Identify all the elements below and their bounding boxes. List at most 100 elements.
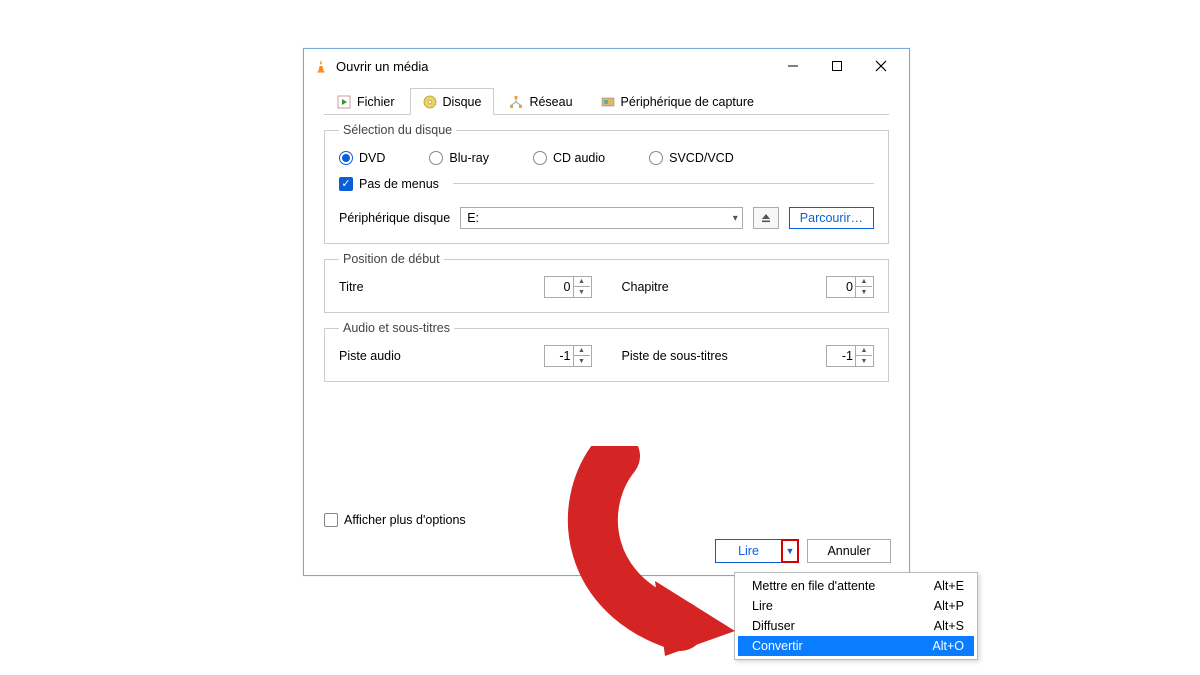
no-menus-checkbox[interactable]: ✓ Pas de menus — [339, 177, 439, 191]
title-value[interactable] — [545, 279, 573, 295]
window-title: Ouvrir un média — [336, 59, 428, 74]
tab-disc[interactable]: Disque — [410, 88, 495, 115]
disc-panel: Sélection du disque DVD Blu-ray CD audio… — [324, 123, 889, 382]
spin-down-icon: ▼ — [574, 287, 590, 297]
disc-icon — [423, 95, 437, 109]
play-split-button: Lire ▼ — [715, 539, 799, 563]
maximize-button[interactable] — [815, 51, 859, 81]
radio-indicator-icon — [339, 151, 353, 165]
close-button[interactable] — [859, 51, 903, 81]
menu-label: Mettre en file d'attente — [752, 579, 875, 593]
more-options-row[interactable]: Afficher plus d'options — [324, 513, 466, 527]
chapter-value[interactable] — [827, 279, 855, 295]
radio-bluray[interactable]: Blu-ray — [429, 151, 489, 165]
tab-file[interactable]: Fichier — [324, 88, 408, 115]
chevron-down-icon: ▾ — [733, 213, 738, 224]
menu-shortcut: Alt+O — [932, 639, 964, 653]
radio-indicator-icon — [533, 151, 547, 165]
subs-label: Piste de sous-titres — [622, 349, 817, 363]
network-icon — [509, 95, 523, 109]
open-media-dialog: Ouvrir un média Fichier Disque — [303, 48, 910, 576]
file-play-icon — [337, 95, 351, 109]
device-combobox[interactable]: E: ▾ — [460, 207, 743, 229]
device-label: Périphérique disque — [339, 211, 450, 225]
cancel-button[interactable]: Annuler — [807, 539, 891, 563]
radio-cdaudio[interactable]: CD audio — [533, 151, 605, 165]
play-dropdown-button[interactable]: ▼ — [781, 539, 799, 563]
audio-track-row: Piste audio ▲▼ — [339, 345, 592, 367]
audio-value[interactable] — [545, 348, 573, 364]
checkbox-icon: ✓ — [339, 177, 353, 191]
spin-buttons[interactable]: ▲▼ — [573, 277, 590, 297]
subtitle-track-row: Piste de sous-titres ▲▼ — [622, 345, 875, 367]
window-buttons — [771, 51, 903, 81]
menu-label: Lire — [752, 599, 773, 613]
menu-shortcut: Alt+P — [934, 599, 964, 613]
chapter-label: Chapitre — [622, 280, 817, 294]
separator — [453, 183, 874, 184]
disc-selection-group: Sélection du disque DVD Blu-ray CD audio… — [324, 123, 889, 244]
tab-label: Périphérique de capture — [621, 95, 754, 109]
menu-item-play[interactable]: Lire Alt+P — [738, 596, 974, 616]
radio-label: Blu-ray — [449, 151, 489, 165]
menu-label: Diffuser — [752, 619, 795, 633]
action-buttons: Lire ▼ Annuler — [715, 539, 891, 563]
menu-item-convert[interactable]: Convertir Alt+O — [738, 636, 974, 656]
browse-label: Parcourir… — [800, 211, 863, 225]
title-label: Titre — [339, 280, 534, 294]
radio-indicator-icon — [649, 151, 663, 165]
menu-item-stream[interactable]: Diffuser Alt+S — [738, 616, 974, 636]
titlebar: Ouvrir un média — [304, 49, 909, 83]
group-legend: Audio et sous-titres — [339, 321, 454, 335]
radio-svcd[interactable]: SVCD/VCD — [649, 151, 734, 165]
checkbox-label: Pas de menus — [359, 177, 439, 191]
title-spinbox[interactable]: ▲▼ — [544, 276, 592, 298]
tab-network[interactable]: Réseau — [496, 88, 585, 115]
tab-label: Fichier — [357, 95, 395, 109]
group-legend: Sélection du disque — [339, 123, 456, 137]
radio-label: DVD — [359, 151, 385, 165]
device-value: E: — [467, 211, 479, 225]
spin-up-icon: ▲ — [856, 346, 872, 356]
more-options-label: Afficher plus d'options — [344, 513, 466, 527]
disc-type-radios: DVD Blu-ray CD audio SVCD/VCD — [339, 151, 874, 165]
group-legend: Position de début — [339, 252, 444, 266]
browse-button[interactable]: Parcourir… — [789, 207, 874, 229]
chevron-down-icon: ▼ — [786, 546, 795, 556]
chapter-row: Chapitre ▲▼ — [622, 276, 875, 298]
radio-label: CD audio — [553, 151, 605, 165]
chapter-spinbox[interactable]: ▲▼ — [826, 276, 874, 298]
radio-label: SVCD/VCD — [669, 151, 734, 165]
menu-shortcut: Alt+S — [934, 619, 964, 633]
audio-label: Piste audio — [339, 349, 534, 363]
no-menus-row: ✓ Pas de menus — [339, 175, 874, 191]
tab-label: Disque — [443, 95, 482, 109]
audio-subtitles-group: Audio et sous-titres Piste audio ▲▼ Pist… — [324, 321, 889, 382]
spin-up-icon: ▲ — [856, 277, 872, 287]
radio-dvd[interactable]: DVD — [339, 151, 385, 165]
cancel-label: Annuler — [827, 544, 870, 558]
radio-indicator-icon — [429, 151, 443, 165]
spin-down-icon: ▼ — [856, 287, 872, 297]
title-row: Titre ▲▼ — [339, 276, 592, 298]
capture-card-icon — [601, 95, 615, 109]
tab-capture[interactable]: Périphérique de capture — [588, 88, 767, 115]
tab-label: Réseau — [529, 95, 572, 109]
eject-button[interactable] — [753, 207, 779, 229]
play-dropdown-menu: Mettre en file d'attente Alt+E Lire Alt+… — [734, 572, 978, 660]
menu-item-enqueue[interactable]: Mettre en file d'attente Alt+E — [738, 576, 974, 596]
subs-value[interactable] — [827, 348, 855, 364]
menu-label: Convertir — [752, 639, 803, 653]
start-position-group: Position de début Titre ▲▼ Chapitre ▲▼ — [324, 252, 889, 313]
spin-buttons[interactable]: ▲▼ — [855, 346, 872, 366]
audio-spinbox[interactable]: ▲▼ — [544, 345, 592, 367]
minimize-button[interactable] — [771, 51, 815, 81]
spin-buttons[interactable]: ▲▼ — [855, 277, 872, 297]
subs-spinbox[interactable]: ▲▼ — [826, 345, 874, 367]
spin-buttons[interactable]: ▲▼ — [573, 346, 590, 366]
spin-up-icon: ▲ — [574, 277, 590, 287]
play-button[interactable]: Lire — [715, 539, 781, 563]
play-label: Lire — [738, 544, 759, 558]
spin-down-icon: ▼ — [856, 356, 872, 366]
spin-up-icon: ▲ — [574, 346, 590, 356]
